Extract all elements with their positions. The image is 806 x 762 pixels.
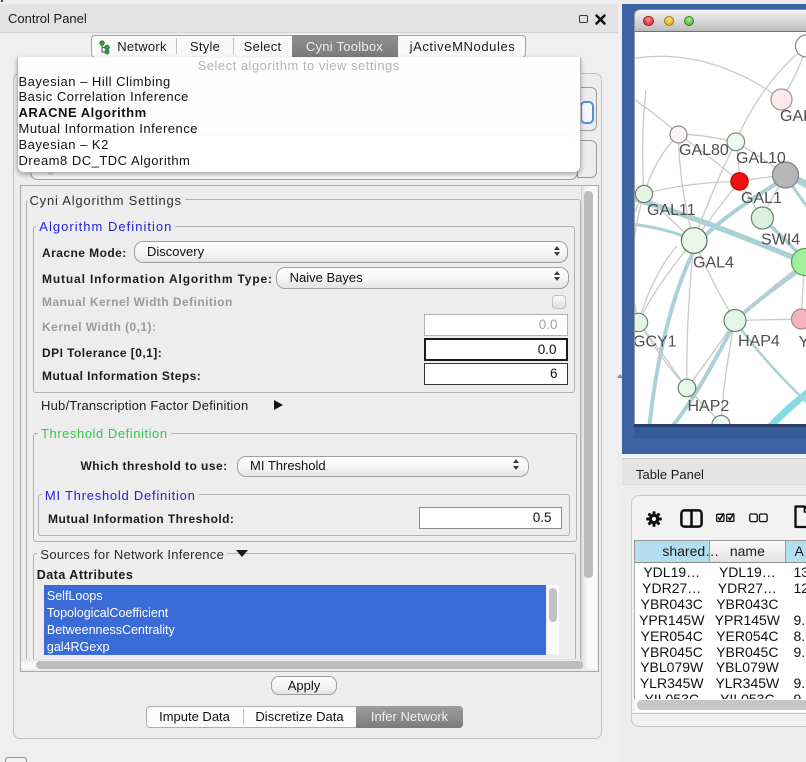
- svg-text:GAL80: GAL80: [679, 142, 729, 159]
- svg-text:SWI4: SWI4: [761, 232, 800, 249]
- svg-text:GAL7: GAL7: [780, 108, 806, 125]
- svg-text:HAP2: HAP2: [688, 398, 730, 415]
- svg-text:HAP4: HAP4: [738, 333, 780, 350]
- svg-text:GCY1: GCY1: [634, 334, 677, 351]
- svg-text:GAL11: GAL11: [647, 202, 696, 219]
- svg-text:GAL1: GAL1: [741, 190, 782, 207]
- svg-text:GAL4: GAL4: [693, 255, 734, 272]
- svg-text:GAL10: GAL10: [736, 150, 786, 167]
- svg-text:Y: Y: [799, 334, 806, 351]
